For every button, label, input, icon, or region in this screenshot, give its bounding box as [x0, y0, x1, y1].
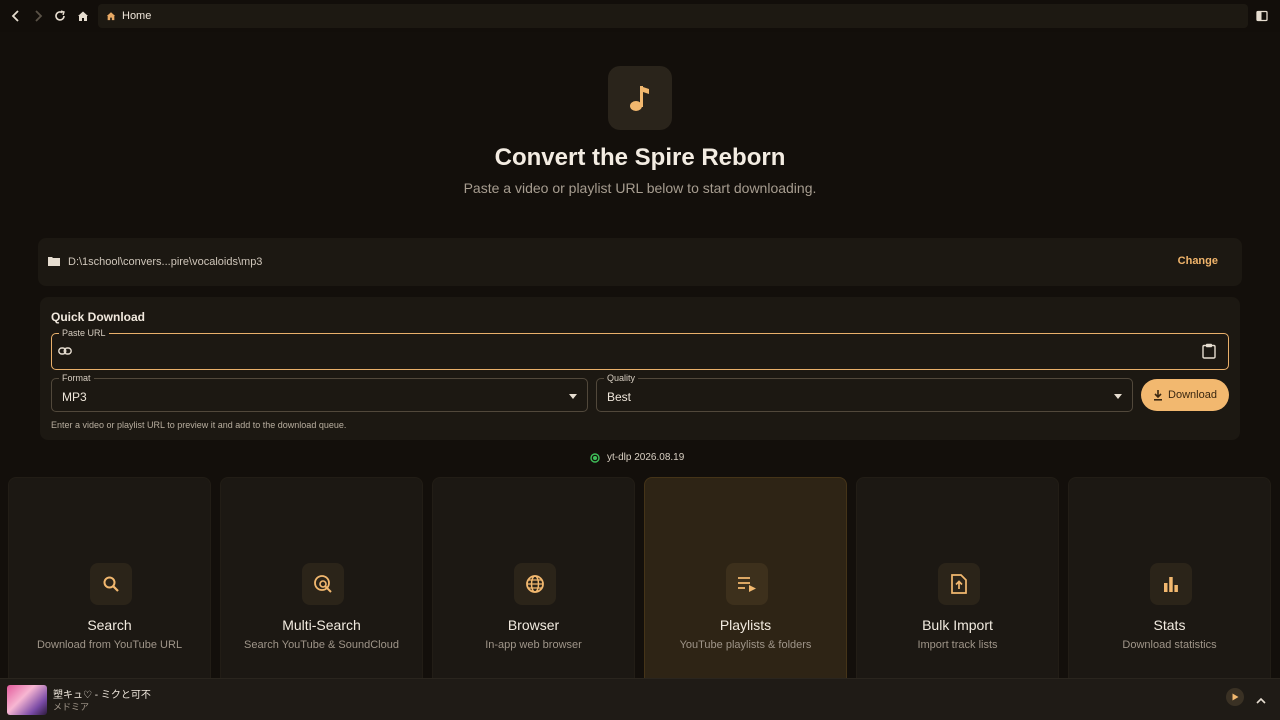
address-text: Home — [122, 10, 152, 22]
card-icon-box — [302, 563, 344, 605]
refresh-icon — [55, 10, 65, 21]
address-bar[interactable]: Home — [98, 4, 1248, 28]
card-title: Playlists — [719, 617, 772, 633]
card-subtitle: Download statistics — [1122, 639, 1217, 651]
quick-download-title: Quick Download — [51, 310, 146, 324]
card-subtitle: In-app web browser — [485, 639, 582, 651]
page-subtitle: Paste a video or playlist URL below to s… — [463, 180, 817, 196]
track-artist: メドミア — [53, 702, 90, 712]
sidebar-toggle-button[interactable] — [1256, 9, 1268, 27]
search-icon — [103, 576, 119, 592]
globe-icon — [526, 575, 544, 593]
change-folder-button[interactable]: Change — [1178, 255, 1218, 267]
card-subtitle: Import track lists — [917, 639, 998, 651]
download-button-label: Download — [1168, 389, 1217, 401]
back-icon — [11, 10, 19, 22]
quality-select[interactable]: Quality Best — [596, 372, 1133, 412]
download-icon — [1154, 389, 1163, 401]
quick-download-hint: Enter a video or playlist URL to preview… — [51, 420, 347, 430]
card-subtitle: YouTube playlists & folders — [679, 639, 812, 651]
home-button[interactable] — [72, 5, 94, 27]
mini-player[interactable]: 塑キュ♡ - ミクと可不 メドミア — [0, 678, 1280, 720]
card-title: Search — [87, 617, 132, 633]
url-input-label: Paste URL — [59, 327, 109, 339]
back-button[interactable] — [5, 5, 27, 27]
card-bulk-import[interactable]: Bulk Import Import track lists — [856, 477, 1059, 678]
chevron-down-icon — [1114, 394, 1122, 399]
forward-button[interactable] — [27, 5, 49, 27]
ytdlp-status: yt-dlp 2026.08.19 — [590, 452, 684, 463]
card-title: Stats — [1153, 617, 1186, 633]
play-icon — [1232, 693, 1239, 701]
card-title: Browser — [507, 617, 560, 633]
card-icon-box — [726, 563, 768, 605]
bar-chart-icon — [1164, 577, 1178, 592]
card-icon-box — [90, 563, 132, 605]
url-input[interactable]: Paste URL — [51, 327, 1229, 370]
track-title: 塑キュ♡ - ミクと可不 — [53, 690, 151, 701]
card-multi-search[interactable]: Multi-Search Search YouTube & SoundCloud — [220, 477, 423, 678]
output-folder-bar: D:\1school\convers...pire\vocaloids\mp3 … — [38, 238, 1242, 286]
album-art — [7, 685, 47, 715]
page-title: Convert the Spire Reborn — [494, 144, 786, 171]
home-icon — [78, 11, 88, 21]
quality-value: Best — [607, 390, 632, 404]
play-button[interactable] — [1226, 688, 1244, 706]
card-title: Bulk Import — [922, 617, 993, 633]
multi-search-icon — [314, 575, 332, 593]
download-button[interactable]: Download — [1141, 379, 1229, 411]
card-subtitle: Search YouTube & SoundCloud — [244, 639, 399, 651]
chevron-down-icon — [569, 394, 577, 399]
paste-clipboard-icon[interactable] — [1202, 343, 1216, 359]
expand-player-button[interactable] — [1256, 691, 1266, 709]
home-icon — [106, 12, 116, 21]
card-subtitle: Download from YouTube URL — [36, 639, 183, 651]
format-value: MP3 — [62, 390, 87, 404]
card-title: Multi-Search — [282, 617, 361, 633]
refresh-button[interactable] — [49, 5, 71, 27]
card-icon-box — [938, 563, 980, 605]
quality-label: Quality — [604, 372, 639, 384]
card-search[interactable]: Search Download from YouTube URL — [8, 477, 211, 678]
playlist-icon — [738, 577, 756, 592]
file-upload-icon — [951, 574, 967, 594]
card-playlists[interactable]: Playlists YouTube playlists & folders — [644, 477, 847, 678]
chevron-up-icon — [1256, 697, 1266, 704]
status-ok-icon — [590, 452, 600, 463]
link-icon — [58, 347, 72, 355]
output-folder-path: D:\1school\convers...pire\vocaloids\mp3 — [68, 256, 263, 268]
card-icon-box — [514, 563, 556, 605]
app-logo — [608, 66, 672, 130]
format-label: Format — [59, 372, 94, 384]
music-note-icon — [630, 86, 649, 111]
title-bar: Home — [0, 0, 1280, 32]
card-icon-box — [1150, 563, 1192, 605]
card-stats[interactable]: Stats Download statistics — [1068, 477, 1271, 678]
format-select[interactable]: Format MP3 — [51, 372, 588, 412]
ytdlp-version: yt-dlp 2026.08.19 — [607, 452, 685, 463]
forward-icon — [35, 10, 43, 22]
sidebar-toggle-icon — [1256, 10, 1268, 22]
folder-icon — [48, 257, 60, 266]
quick-download-panel: Quick Download Paste URL Format MP3 Qual… — [40, 297, 1240, 440]
card-browser[interactable]: Browser In-app web browser — [432, 477, 635, 678]
